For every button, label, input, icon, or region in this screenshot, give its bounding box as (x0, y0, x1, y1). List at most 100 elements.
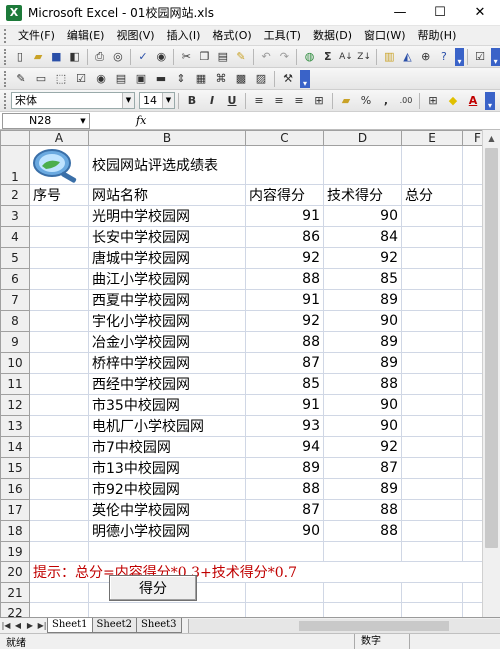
menu-format[interactable]: 格式(O) (206, 27, 257, 45)
toolbar-options-icon[interactable]: ▾ (485, 91, 495, 110)
total-cell[interactable] (401, 268, 463, 290)
label-control-icon[interactable]: ✎ (12, 70, 30, 88)
header-tech-score[interactable]: 技术得分 (323, 184, 402, 206)
menu-window[interactable]: 窗口(W) (358, 27, 411, 45)
run-dialog-icon[interactable]: ⚒ (279, 70, 297, 88)
row-header[interactable]: 16 (0, 478, 30, 500)
cell[interactable] (88, 541, 246, 562)
content-score-cell[interactable]: 87 (245, 499, 324, 521)
listbox-control-icon[interactable]: ▤ (112, 70, 130, 88)
research-icon[interactable]: ◉ (153, 48, 169, 66)
index-cell[interactable] (29, 247, 89, 269)
cell[interactable] (401, 541, 463, 562)
total-cell[interactable] (401, 373, 463, 395)
hyperlink-icon[interactable]: ◍ (301, 48, 317, 66)
toolbar-grip-icon[interactable] (4, 70, 8, 87)
index-cell[interactable] (29, 520, 89, 542)
merge-center-icon[interactable]: ⊞ (310, 92, 328, 110)
content-score-cell[interactable]: 92 (245, 247, 324, 269)
save-icon[interactable]: ■ (48, 48, 64, 66)
horizontal-scrollbar[interactable] (187, 618, 500, 633)
formula-input[interactable] (146, 113, 500, 129)
cut-icon[interactable]: ✂ (178, 48, 194, 66)
header-total[interactable]: 总分 (401, 184, 463, 206)
row-header[interactable]: 22 (0, 602, 30, 617)
vertical-scrollbar[interactable]: ▲ (482, 130, 500, 617)
underline-button[interactable]: U (223, 92, 241, 110)
tab-sheet2[interactable]: Sheet2 (91, 618, 138, 633)
total-cell[interactable] (401, 226, 463, 248)
sort-ascending-icon[interactable]: A↓ (338, 48, 354, 66)
align-left-icon[interactable]: ≡ (250, 92, 268, 110)
column-header-a[interactable]: A (29, 130, 89, 146)
content-score-cell[interactable]: 87 (245, 352, 324, 374)
total-cell[interactable] (401, 478, 463, 500)
total-cell[interactable] (401, 289, 463, 311)
name-box[interactable]: N28 ▼ (2, 112, 90, 129)
open-folder-icon[interactable]: ▰ (30, 48, 46, 66)
site-name-cell[interactable]: 冶金小学校园网 (88, 331, 246, 353)
logo-cell[interactable] (29, 145, 89, 185)
content-score-cell[interactable]: 85 (245, 373, 324, 395)
toolbar-options-icon[interactable]: ▾ (491, 47, 500, 66)
index-cell[interactable] (29, 457, 89, 479)
site-name-cell[interactable]: 电机厂小学校园网 (88, 415, 246, 437)
row-header[interactable]: 3 (0, 205, 30, 227)
menu-file[interactable]: 文件(F) (12, 27, 61, 45)
cell[interactable] (323, 541, 402, 562)
help-icon[interactable]: ? (436, 48, 452, 66)
tech-score-cell[interactable]: 87 (323, 457, 402, 479)
scrollbar-control-icon[interactable]: ▬ (152, 70, 170, 88)
menu-help[interactable]: 帮助(H) (412, 27, 463, 45)
groupbox-control-icon[interactable]: ⬚ (52, 70, 70, 88)
chevron-down-icon[interactable]: ▼ (162, 93, 174, 108)
cell[interactable] (401, 582, 463, 603)
permission-icon[interactable]: ◧ (66, 48, 82, 66)
align-center-icon[interactable]: ≡ (270, 92, 288, 110)
total-cell[interactable] (401, 331, 463, 353)
spinner-control-icon[interactable]: ⇕ (172, 70, 190, 88)
row-header[interactable]: 20 (0, 561, 30, 583)
index-cell[interactable] (29, 352, 89, 374)
tech-score-cell[interactable]: 90 (323, 415, 402, 437)
redo-icon[interactable]: ↷ (276, 48, 292, 66)
total-cell[interactable] (401, 205, 463, 227)
paste-icon[interactable]: ▤ (215, 48, 231, 66)
total-cell[interactable] (401, 310, 463, 332)
total-cell[interactable] (401, 247, 463, 269)
tech-score-cell[interactable]: 88 (323, 373, 402, 395)
header-content-score[interactable]: 内容得分 (245, 184, 324, 206)
index-cell[interactable] (29, 289, 89, 311)
content-score-cell[interactable]: 91 (245, 205, 324, 227)
index-cell[interactable] (29, 331, 89, 353)
tech-score-cell[interactable]: 85 (323, 268, 402, 290)
font-color-icon[interactable]: A (464, 92, 482, 110)
total-cell[interactable] (401, 394, 463, 416)
tech-score-cell[interactable]: 90 (323, 310, 402, 332)
copy-icon[interactable]: ❐ (196, 48, 212, 66)
index-cell[interactable] (29, 415, 89, 437)
menu-grip-icon[interactable] (4, 28, 10, 43)
menu-tools[interactable]: 工具(T) (258, 27, 307, 45)
row-header[interactable]: 14 (0, 436, 30, 458)
menu-view[interactable]: 视图(V) (110, 27, 160, 45)
site-name-cell[interactable]: 明德小学校园网 (88, 520, 246, 542)
menu-insert[interactable]: 插入(I) (161, 27, 207, 45)
align-right-icon[interactable]: ≡ (290, 92, 308, 110)
total-cell[interactable] (401, 520, 463, 542)
row-header[interactable]: 10 (0, 352, 30, 374)
fill-color-icon[interactable]: ◆ (444, 92, 462, 110)
tech-score-cell[interactable]: 84 (323, 226, 402, 248)
site-name-cell[interactable]: 宇化小学校园网 (88, 310, 246, 332)
cell[interactable] (323, 145, 402, 185)
row-header[interactable]: 15 (0, 457, 30, 479)
content-score-cell[interactable]: 88 (245, 268, 324, 290)
tech-score-cell[interactable]: 88 (323, 499, 402, 521)
combobox-control-icon[interactable]: ▣ (132, 70, 150, 88)
undo-icon[interactable]: ↶ (258, 48, 274, 66)
site-name-cell[interactable]: 英伦中学校园网 (88, 499, 246, 521)
column-header-e[interactable]: E (401, 130, 463, 146)
score-button[interactable]: 得分 (109, 575, 197, 601)
spelling-icon[interactable]: ✓ (135, 48, 151, 66)
format-painter-icon[interactable]: ✎ (233, 48, 249, 66)
